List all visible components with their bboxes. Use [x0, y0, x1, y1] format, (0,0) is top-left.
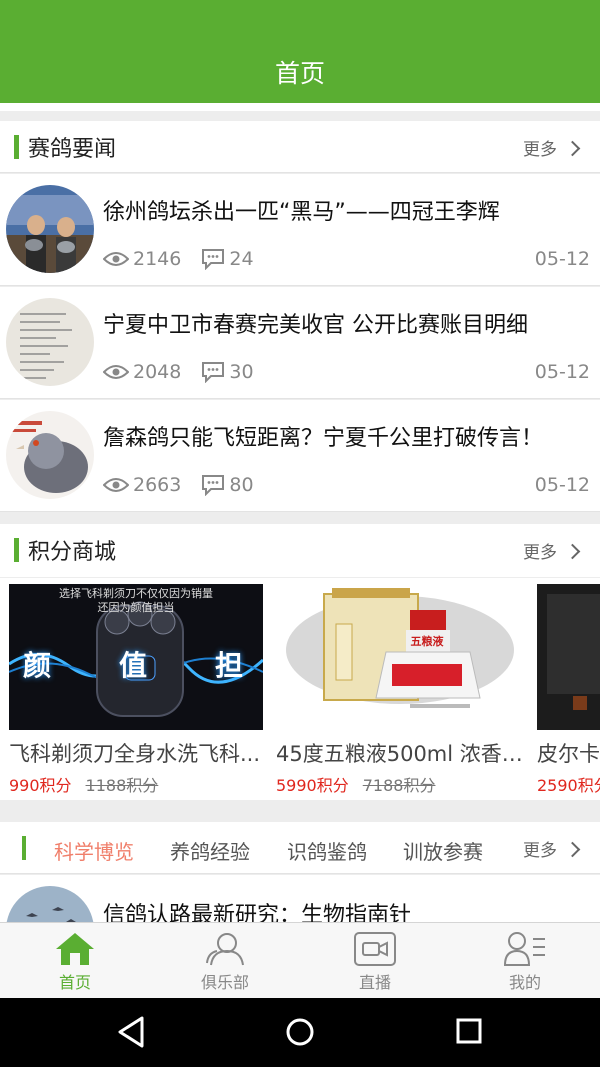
comment-icon	[202, 475, 225, 496]
banner-subline: 还因为颜值担当	[97, 601, 175, 614]
chevron-right-icon	[564, 140, 581, 157]
tabs-more-link[interactable]: 更多	[523, 836, 581, 861]
product-price: 990积分 1188积分	[9, 772, 263, 796]
product-name: 皮尔卡丹	[537, 742, 600, 766]
news-title: 宁夏中卫市春赛完美收官 公开比赛账目明细	[103, 313, 528, 338]
news-item[interactable]: 詹森鸽只能飞短距离？宁夏千公里打破传言！ 2663 80 05-12	[0, 400, 600, 512]
comment-icon	[202, 362, 225, 383]
original-price: 1188积分	[85, 776, 159, 795]
home-circle-icon[interactable]	[284, 1016, 316, 1048]
nav-profile-label: 我的	[508, 973, 541, 992]
news-title: 徐州鸽坛杀出一匹“黑马”——四冠王李辉	[103, 200, 500, 225]
tab-pigeon-identification[interactable]: 识鸽鉴鸽	[287, 836, 367, 865]
page-title: 首页	[274, 59, 325, 88]
points-price: 990积分	[9, 776, 72, 795]
comment-count: 30	[229, 361, 254, 383]
product-card[interactable]: 皮尔卡丹 2590积分	[537, 584, 600, 796]
product-name: 飞科剃须刀全身水洗飞科...	[9, 742, 261, 766]
product-image	[537, 584, 600, 730]
tab-breeding-experience[interactable]: 养鸽经验	[170, 836, 250, 865]
news-thumbnail	[6, 298, 94, 386]
recents-icon[interactable]	[456, 1018, 482, 1044]
news-thumbnail	[6, 411, 94, 499]
mall-more-link[interactable]: 更多	[523, 538, 581, 563]
points-price: 5990积分	[276, 776, 349, 795]
bottle-label: 五粮液	[410, 635, 444, 648]
category-tabs: 科学博览 养鸽经验 识鸽鉴鸽 训放参赛 更多	[0, 822, 600, 874]
more-label: 更多	[523, 140, 557, 160]
product-image: 五粮液	[276, 584, 530, 730]
news-meta: 2048 30	[103, 361, 254, 383]
comment-icon	[202, 249, 225, 270]
section-accent-bar	[22, 836, 26, 860]
news-thumbnail	[6, 185, 94, 273]
nav-live[interactable]: 直播	[300, 923, 450, 999]
view-count: 2048	[133, 361, 182, 383]
article-thumbnail	[6, 886, 94, 922]
product-price: 2590积分	[537, 772, 600, 796]
home-icon	[56, 933, 94, 965]
view-count: 2146	[133, 248, 182, 270]
more-label: 更多	[523, 841, 557, 861]
news-date: 05-12	[534, 361, 590, 383]
news-meta: 2663 80	[103, 474, 254, 496]
back-icon[interactable]	[116, 1016, 146, 1048]
product-price: 5990积分 7188积分	[276, 772, 530, 796]
news-more-link[interactable]: 更多	[523, 135, 581, 160]
comment-count: 80	[229, 474, 254, 496]
eye-icon	[103, 252, 129, 266]
chevron-right-icon	[564, 841, 581, 858]
news-meta: 2146 24	[103, 248, 254, 270]
club-icon	[206, 933, 244, 966]
news-section-header: 赛鸽要闻 更多	[0, 121, 600, 173]
original-price: 7188积分	[362, 776, 436, 795]
points-price: 2590积分	[537, 776, 600, 795]
video-icon	[354, 932, 396, 966]
mall-section-title: 积分商城	[28, 540, 117, 565]
section-accent-bar	[14, 538, 19, 562]
system-navigation-bar	[0, 998, 600, 1067]
more-label: 更多	[523, 543, 557, 563]
article-title: 信鸽认路最新研究：生物指南针	[103, 903, 412, 922]
eye-icon	[103, 478, 129, 492]
bottom-navigation: 首页 俱乐部 直播 我的	[0, 922, 600, 998]
news-date: 05-12	[534, 248, 590, 270]
news-date: 05-12	[534, 474, 590, 496]
product-card[interactable]: 选择飞科剃须刀不仅仅因为销量 还因为颜值担当 颜值担当 飞科剃须刀全身水洗飞科.…	[9, 584, 263, 796]
product-carousel[interactable]: 选择飞科剃须刀不仅仅因为销量 还因为颜值担当 颜值担当 飞科剃须刀全身水洗飞科.…	[0, 578, 600, 800]
comment-count: 24	[229, 248, 254, 270]
mall-section-header: 积分商城 更多	[0, 524, 600, 577]
news-section-title: 赛鸽要闻	[28, 137, 117, 162]
nav-home[interactable]: 首页	[0, 923, 150, 999]
header-divider	[0, 103, 600, 111]
product-name: 45度五粮液500ml 浓香型...	[276, 742, 530, 766]
product-image: 选择飞科剃须刀不仅仅因为销量 还因为颜值担当 颜值担当	[9, 584, 263, 730]
eye-icon	[103, 365, 129, 379]
nav-club-label: 俱乐部	[200, 973, 249, 992]
nav-profile[interactable]: 我的	[450, 923, 600, 999]
view-count: 2663	[133, 474, 182, 496]
news-item[interactable]: 宁夏中卫市春赛完美收官 公开比赛账目明细 2048 30 05-12	[0, 287, 600, 399]
news-item[interactable]: 徐州鸽坛杀出一匹“黑马”——四冠王李辉 2146 24 05-12	[0, 174, 600, 286]
app-header: 首页	[0, 0, 600, 103]
nav-club[interactable]: 俱乐部	[150, 923, 300, 999]
tab-science[interactable]: 科学博览	[54, 836, 134, 865]
news-title: 詹森鸽只能飞短距离？宁夏千公里打破传言！	[103, 426, 544, 451]
tab-training-racing[interactable]: 训放参赛	[403, 836, 483, 865]
product-card[interactable]: 五粮液 45度五粮液500ml 浓香型... 5990积分 7188积分	[276, 584, 530, 796]
article-item[interactable]: 信鸽认路最新研究：生物指南针	[0, 875, 600, 922]
chevron-right-icon	[564, 543, 581, 560]
profile-icon	[503, 932, 545, 966]
nav-home-label: 首页	[58, 973, 91, 992]
nav-live-label: 直播	[358, 973, 391, 992]
banner-slogan: 颜值担当	[23, 649, 263, 682]
section-accent-bar	[14, 135, 19, 159]
